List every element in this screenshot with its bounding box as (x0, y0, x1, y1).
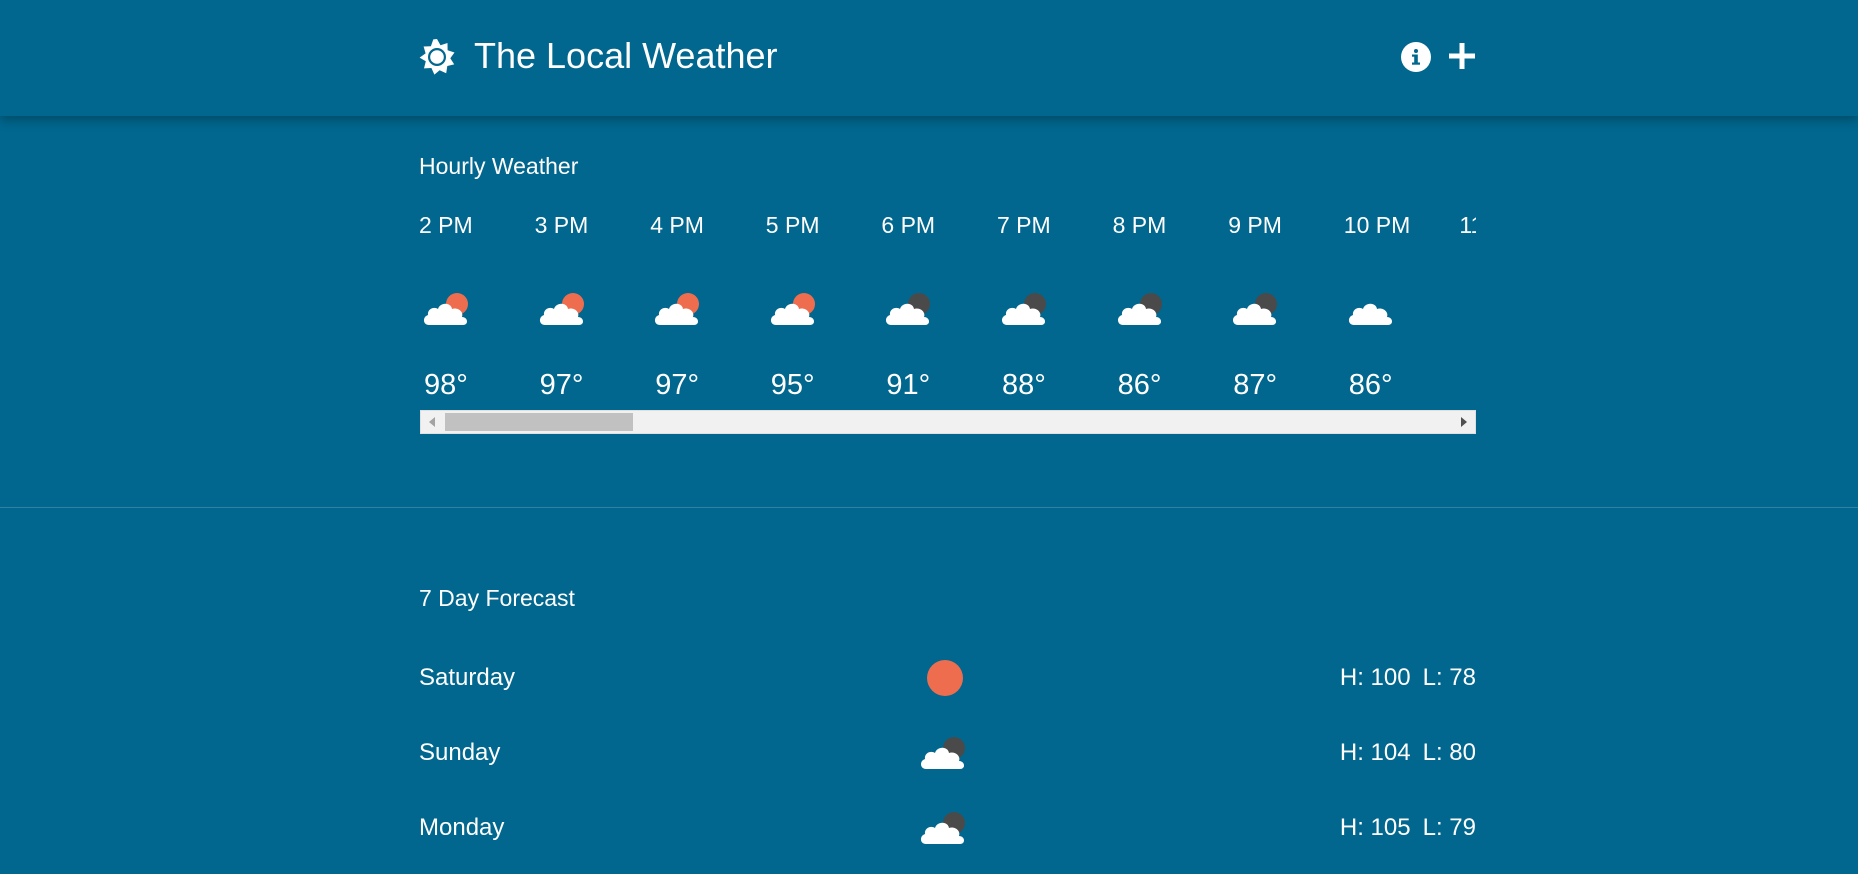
hourly-item: 8 PM 86° (1113, 205, 1229, 405)
hour-label: 5 PM (765, 212, 820, 238)
hourly-weather-heading: Hourly Weather (419, 153, 579, 179)
partly-cloudy-night-icon (920, 812, 965, 844)
hour-temperature: 97° (539, 369, 584, 401)
hourly-weather-icon (883, 285, 937, 329)
hour-temperature: 91° (886, 369, 931, 401)
partly-cloudy-night-icon (1117, 293, 1162, 325)
forecast-high: H: 104 (1339, 739, 1411, 766)
forecast-high: H: 100 (1339, 664, 1411, 691)
hour-temperature: 98° (424, 369, 468, 401)
partly-cloudy-day-icon (770, 293, 815, 325)
hour-temperature: 97° (655, 369, 700, 401)
hour-label: 7 PM (997, 212, 1051, 238)
forecast-low: L: 78 (1422, 664, 1476, 691)
forecast-weather-icon (918, 654, 972, 702)
forecast-day-name: Monday (419, 814, 505, 841)
hourly-weather-icon (1115, 285, 1169, 329)
hourly-item: 4 PM 97° (650, 205, 766, 405)
scroll-left-arrow[interactable] (429, 417, 435, 427)
hourly-weather-icon (537, 285, 591, 329)
partly-cloudy-night-icon (1001, 293, 1046, 325)
forecast-day-name: Saturday (419, 664, 516, 691)
forecast-low: L: 79 (1422, 814, 1476, 841)
hourly-scrollbar[interactable] (420, 410, 1476, 434)
forecast-low: L: 80 (1422, 739, 1476, 766)
forecast-high: H: 105 (1339, 814, 1411, 841)
hourly-item: 6 PM 91° (881, 205, 997, 405)
section-divider (0, 507, 1858, 508)
hour-temperature: 88° (1002, 369, 1046, 401)
hourly-item: 9 PM 87° (1228, 205, 1344, 405)
hour-temperature: 86° (1348, 369, 1393, 401)
hourly-weather-icon (1346, 285, 1400, 329)
cloud-icon (1348, 303, 1392, 325)
forecast-day-name: Sunday (419, 739, 501, 766)
hour-temperature: 86° (1117, 369, 1162, 401)
hour-label: 8 PM (1112, 212, 1167, 238)
forecast-temps: H: 100 L: 78 (1340, 662, 1476, 694)
hourly-item: 2 PM 98° (419, 205, 535, 405)
sun-icon (927, 660, 963, 696)
hourly-weather-icon (768, 285, 822, 329)
hour-label: 3 PM (534, 212, 589, 238)
add-location-button[interactable] (1447, 41, 1477, 71)
forecast-temps: H: 104 L: 80 (1340, 737, 1476, 769)
partly-cloudy-day-icon (655, 293, 700, 325)
partly-cloudy-day-icon (539, 293, 584, 325)
hourly-weather-icon (999, 285, 1053, 329)
hour-temperature: 87° (1233, 369, 1278, 401)
partly-cloudy-night-icon (886, 293, 931, 325)
hour-label: 10 PM (1343, 212, 1411, 238)
forecast-row[interactable]: Saturday H: 100 L: 78 (419, 654, 1476, 702)
hourly-scroll-area[interactable]: 2 PM 98° 3 PM 97° 4 PM 97° 5 PM 95° 6 PM 91° 7 PM 8… (419, 205, 1476, 410)
hour-temperature: 95° (770, 369, 815, 401)
hour-label: 11 PM (1459, 212, 1476, 238)
app-title: The Local Weather (474, 35, 778, 76)
forecast-row[interactable]: Sunday H: 104 L: 80 (419, 729, 1476, 777)
hourly-weather-icon (652, 285, 706, 329)
hour-label: 6 PM (881, 212, 936, 238)
partly-cloudy-night-icon (1233, 293, 1278, 325)
hour-label: 9 PM (1228, 212, 1282, 238)
hourly-item: 11 PM (1459, 205, 1476, 405)
partly-cloudy-night-icon (920, 737, 965, 769)
forecast-row[interactable]: Monday H: 105 L: 79 (419, 804, 1476, 852)
hourly-weather-icon (421, 285, 475, 329)
scrollbar-thumb[interactable] (445, 413, 633, 431)
app-header: The Local Weather (0, 0, 1858, 116)
hourly-item: 5 PM 95° (766, 205, 882, 405)
forecast-weather-icon (918, 804, 972, 852)
sun-icon (419, 39, 455, 75)
forecast-weather-icon (918, 729, 972, 777)
hourly-item: 7 PM 88° (997, 205, 1113, 405)
partly-cloudy-day-icon (423, 293, 468, 325)
info-button[interactable] (1401, 42, 1431, 72)
hourly-weather-icon (1230, 285, 1284, 329)
hour-label: 2 PM (419, 212, 473, 238)
forecast-temps: H: 105 L: 79 (1340, 812, 1476, 844)
hourly-item: 3 PM 97° (535, 205, 651, 405)
scroll-right-arrow[interactable] (1461, 417, 1467, 427)
hourly-item: 10 PM 86° (1344, 205, 1460, 405)
forecast-heading: 7 Day Forecast (419, 585, 575, 611)
hour-label: 4 PM (650, 212, 704, 238)
